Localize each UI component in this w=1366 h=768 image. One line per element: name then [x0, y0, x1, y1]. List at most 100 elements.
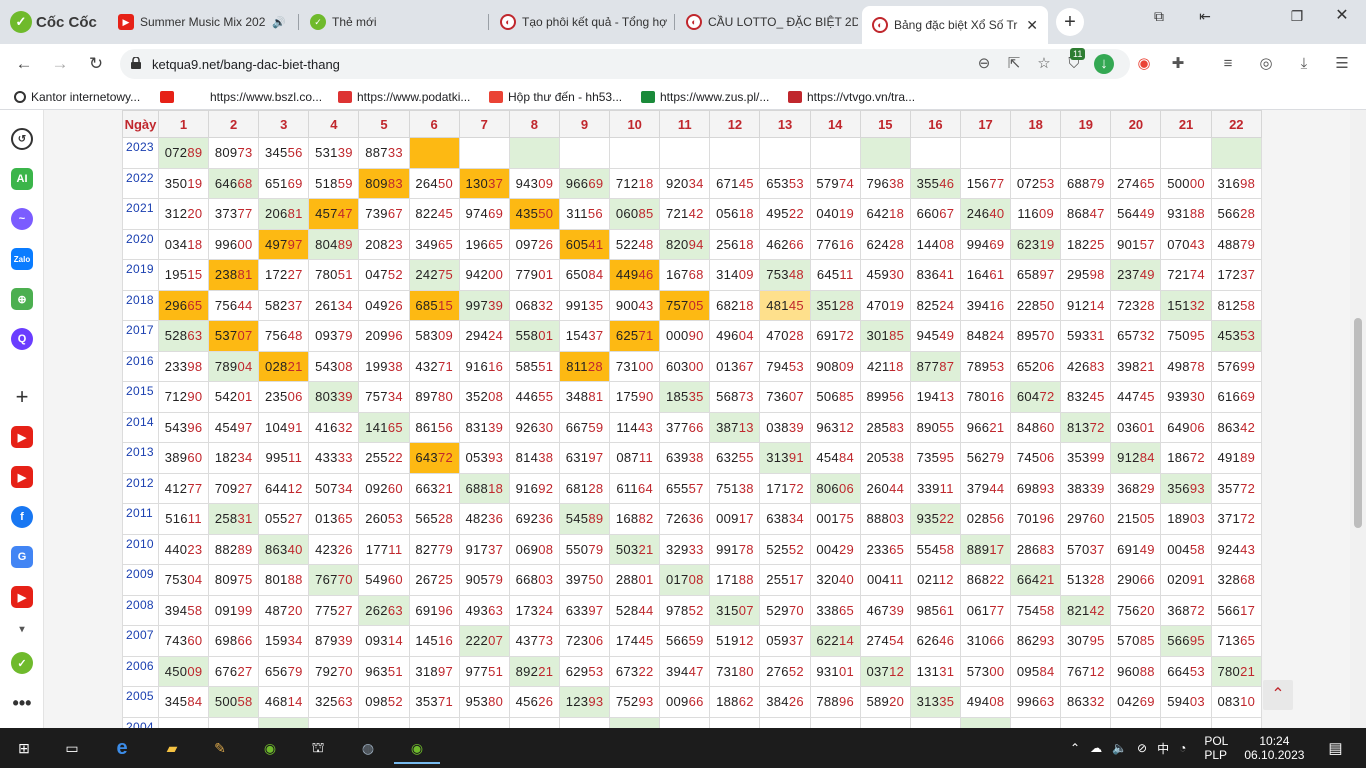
windows-start-icon[interactable]: ⊞ [12, 736, 36, 760]
search-q-icon[interactable]: Q [11, 328, 33, 350]
header-day: 14 [809, 110, 861, 138]
media-icon[interactable]: ≡ [1218, 54, 1238, 74]
year-cell[interactable]: 2022 [122, 167, 159, 199]
coccoc-active-icon[interactable]: ◉ [394, 734, 440, 764]
messenger-icon[interactable]: ~ [11, 208, 33, 230]
notification-icon[interactable]: ▤ [1328, 739, 1342, 757]
tab-cau-lotto[interactable]: ◐ CẦU LOTTO_ ĐẶC BIỆT 2D [676, 6, 858, 38]
tab-tao-phoi[interactable]: ◐ Tạo phôi kết quả - Tổng hợ [490, 6, 672, 38]
coccoc-taskbar-icon[interactable]: ◉ [258, 736, 282, 760]
history-icon[interactable]: ↺ [11, 128, 33, 150]
year-cell[interactable]: 2018 [122, 289, 159, 321]
language-indicator[interactable]: POL PLP [1204, 734, 1228, 762]
shield-ext-icon[interactable]: ⛉ 11 [1064, 48, 1086, 74]
year-cell[interactable]: 2020 [122, 228, 159, 260]
year-cell[interactable]: 2010 [122, 533, 159, 565]
year-cell[interactable]: 2017 [122, 320, 159, 352]
bookmark-youtube[interactable] [160, 88, 174, 106]
prize-cell: 99739 [458, 289, 510, 321]
scrollbar-thumb[interactable] [1354, 318, 1362, 528]
screenshot-icon[interactable]: ⧉ [1144, 6, 1174, 26]
year-cell[interactable]: 2004 [122, 716, 159, 728]
close-window-button[interactable]: ✕ [1327, 6, 1357, 26]
forward-button[interactable]: → [48, 53, 72, 75]
menu-icon[interactable]: ☰ [1332, 54, 1352, 74]
paint-icon[interactable]: ✎ [208, 736, 232, 760]
ai-icon[interactable]: AI [11, 168, 33, 190]
prize-cell: 16882 [609, 503, 661, 535]
profile-icon[interactable]: ◎ [1256, 54, 1276, 74]
tab-bang-dac-biet[interactable]: ◐ Bảng đặc biệt Xổ Số Tr ✕ [862, 6, 1048, 44]
scroll-to-top-button[interactable]: ⌃ [1263, 680, 1293, 710]
zoom-icon[interactable]: ⊖ [974, 54, 994, 74]
year-cell[interactable]: 2021 [122, 198, 159, 230]
store-icon[interactable]: ⛫ [306, 736, 330, 760]
bookmark-gmail[interactable]: Hộp thư đến - hh53... [489, 88, 622, 106]
year-cell[interactable]: 2008 [122, 594, 159, 626]
year-cell[interactable]: 2023 [122, 137, 159, 169]
game-icon[interactable]: ⊕ [11, 288, 33, 310]
page-scrollbar[interactable] [1350, 110, 1366, 728]
zalo-icon[interactable]: Zalo [11, 248, 33, 270]
coccoc-logo[interactable]: ✓ Cốc Cốc [10, 10, 97, 34]
year-cell[interactable]: 2013 [122, 442, 159, 474]
coccoc-icon[interactable]: ✓ [11, 652, 33, 674]
close-tab-icon[interactable]: ✕ [1026, 17, 1038, 34]
year-cell[interactable]: 2011 [122, 503, 159, 535]
chrome-ext-icon[interactable]: ◉ [1134, 54, 1154, 74]
cloud-icon[interactable]: ☁ [1090, 741, 1102, 755]
prize-cell [258, 716, 310, 728]
ime-icon[interactable]: 中 [1157, 740, 1169, 757]
bookmark-podatki[interactable]: https://www.podatki... [338, 88, 470, 106]
year-cell[interactable]: 2019 [122, 259, 159, 291]
share-icon[interactable]: ⇱ [1004, 54, 1024, 74]
prize-cell: 22850 [1010, 289, 1062, 321]
more-icon[interactable]: ••• [11, 692, 33, 714]
year-cell[interactable]: 2009 [122, 564, 159, 596]
puzzle-icon[interactable]: ✚ [1168, 54, 1188, 74]
facebook-icon[interactable]: f [11, 506, 33, 528]
prize-cell: 01367 [709, 350, 761, 382]
network-icon[interactable]: ⊘ [1137, 741, 1147, 755]
clock[interactable]: 10:24 06.10.2023 [1244, 734, 1304, 762]
app-icon[interactable]: ◍ [356, 736, 380, 760]
speaker-icon[interactable]: 🔊 [272, 16, 286, 29]
prize-cell: 47028 [759, 320, 811, 352]
edge-icon[interactable]: e [110, 736, 134, 760]
tab-new[interactable]: ✓ Thẻ mới [300, 6, 488, 38]
back-button[interactable]: ← [12, 53, 36, 75]
download-ext-icon[interactable]: ↓ [1094, 54, 1114, 74]
year-cell[interactable]: 2015 [122, 381, 159, 413]
add-icon[interactable]: + [11, 384, 33, 409]
translate-icon[interactable]: G [11, 546, 33, 568]
reload-button[interactable]: ↻ [84, 53, 108, 75]
bookmark-kantor[interactable]: Kantor internetowy... [14, 88, 140, 106]
new-tab-button[interactable]: + [1056, 8, 1084, 36]
year-cell[interactable]: 2005 [122, 686, 159, 718]
bookmark-bszl[interactable]: https://www.bszl.co... [210, 88, 322, 106]
downloads-icon[interactable]: ⤓ [1294, 54, 1314, 74]
prize-cell: 80975 [208, 564, 260, 596]
prize-cell: 36829 [1110, 472, 1162, 504]
year-cell[interactable]: 2014 [122, 411, 159, 443]
year-cell[interactable]: 2012 [122, 472, 159, 504]
task-view-icon[interactable]: ▭ [60, 736, 84, 760]
file-explorer-icon[interactable]: ▰ [160, 736, 184, 760]
chevron-down-icon[interactable]: ▾ [11, 622, 33, 636]
chevron-up-icon[interactable]: ⌃ [1070, 741, 1080, 755]
tab-youtube-music[interactable]: ▶ Summer Music Mix 202 🔊 [108, 6, 296, 38]
star-icon[interactable]: ☆ [1034, 54, 1054, 74]
wifi-icon[interactable]: ◔ [1179, 741, 1186, 755]
youtube-icon[interactable]: ▶ [11, 466, 33, 488]
youtube-icon[interactable]: ▶ [11, 586, 33, 608]
volume-icon[interactable]: 🔈 [1112, 741, 1127, 755]
year-cell[interactable]: 2016 [122, 350, 159, 382]
youtube-icon[interactable]: ▶ [11, 426, 33, 448]
back-history-icon[interactable]: ⇤ [1190, 6, 1220, 26]
lock-icon[interactable] [131, 57, 141, 69]
year-cell[interactable]: 2007 [122, 625, 159, 657]
restore-window-button[interactable]: ❐ [1282, 6, 1312, 26]
bookmark-zus[interactable]: https://www.zus.pl/... [641, 88, 769, 106]
bookmark-vtvgo[interactable]: https://vtvgo.vn/tra... [788, 88, 915, 106]
year-cell[interactable]: 2006 [122, 655, 159, 687]
